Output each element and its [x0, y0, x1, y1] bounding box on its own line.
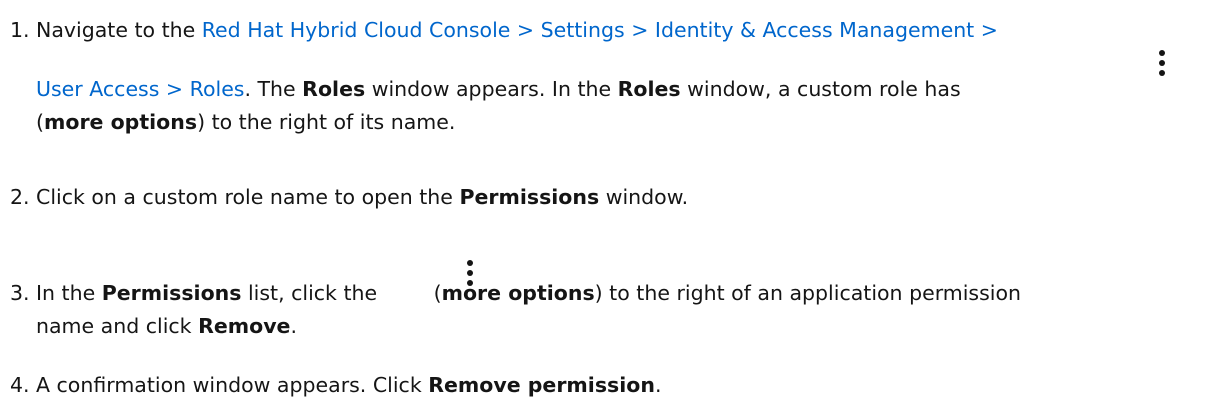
- step-text: window, a custom role has: [680, 77, 961, 101]
- step-text: ) to the right of its name.: [197, 110, 456, 134]
- step-text: A confirmation window appears. Click: [36, 373, 429, 397]
- step-text: .: [654, 373, 662, 397]
- step-text: ) to the right of an application permiss…: [594, 281, 1022, 305]
- step-1-line-1: Navigate to the Red Hat Hybrid Cloud Con…: [36, 14, 998, 47]
- step-number: 3.: [10, 281, 30, 305]
- bold-roles: Roles: [302, 77, 366, 101]
- step-text: .: [290, 314, 297, 338]
- step-number: 2.: [10, 185, 30, 209]
- step-2-line-1: Click on a custom role name to open the …: [36, 181, 688, 214]
- breadcrumb-link-console-path[interactable]: Red Hat Hybrid Cloud Console > Settings …: [202, 18, 998, 42]
- step-text: (: [36, 110, 44, 134]
- step-text: name and click: [36, 314, 199, 338]
- step-text: list, click the: [241, 281, 384, 305]
- bold-permissions: Permissions: [101, 281, 242, 305]
- step-text: In the: [36, 281, 102, 305]
- step-3-line-1: In the Permissions list, click the (more…: [36, 277, 1021, 310]
- instruction-steps: 1. Navigate to the Red Hat Hybrid Cloud …: [0, 0, 1217, 415]
- bold-remove: Remove: [198, 314, 291, 338]
- step-3-line-2: name and click Remove.: [36, 310, 297, 343]
- bold-remove-permission: Remove permission: [428, 373, 655, 397]
- step-number: 1.: [10, 18, 30, 42]
- breadcrumb-link-roles[interactable]: User Access > Roles: [36, 77, 244, 101]
- step-text: Click on a custom role name to open the: [36, 185, 460, 209]
- step-text: window appears. In the: [365, 77, 618, 101]
- bold-roles: Roles: [617, 77, 681, 101]
- step-text: window.: [599, 185, 689, 209]
- more-options-kebab-icon: [466, 260, 474, 286]
- bold-permissions: Permissions: [459, 185, 600, 209]
- step-4-line-1: A confirmation window appears. Click Rem…: [36, 369, 661, 402]
- step-text: . The: [244, 77, 303, 101]
- more-options-kebab-icon: [1158, 50, 1166, 76]
- step-text: Navigate to the: [36, 18, 202, 42]
- bold-more-options: more options: [441, 281, 595, 305]
- step-number: 4.: [10, 373, 30, 397]
- step-1-line-2: User Access > Roles. The Roles window ap…: [36, 73, 961, 106]
- step-1-line-3: (more options) to the right of its name.: [36, 106, 455, 139]
- step-text: (: [433, 281, 442, 305]
- bold-more-options: more options: [44, 110, 198, 134]
